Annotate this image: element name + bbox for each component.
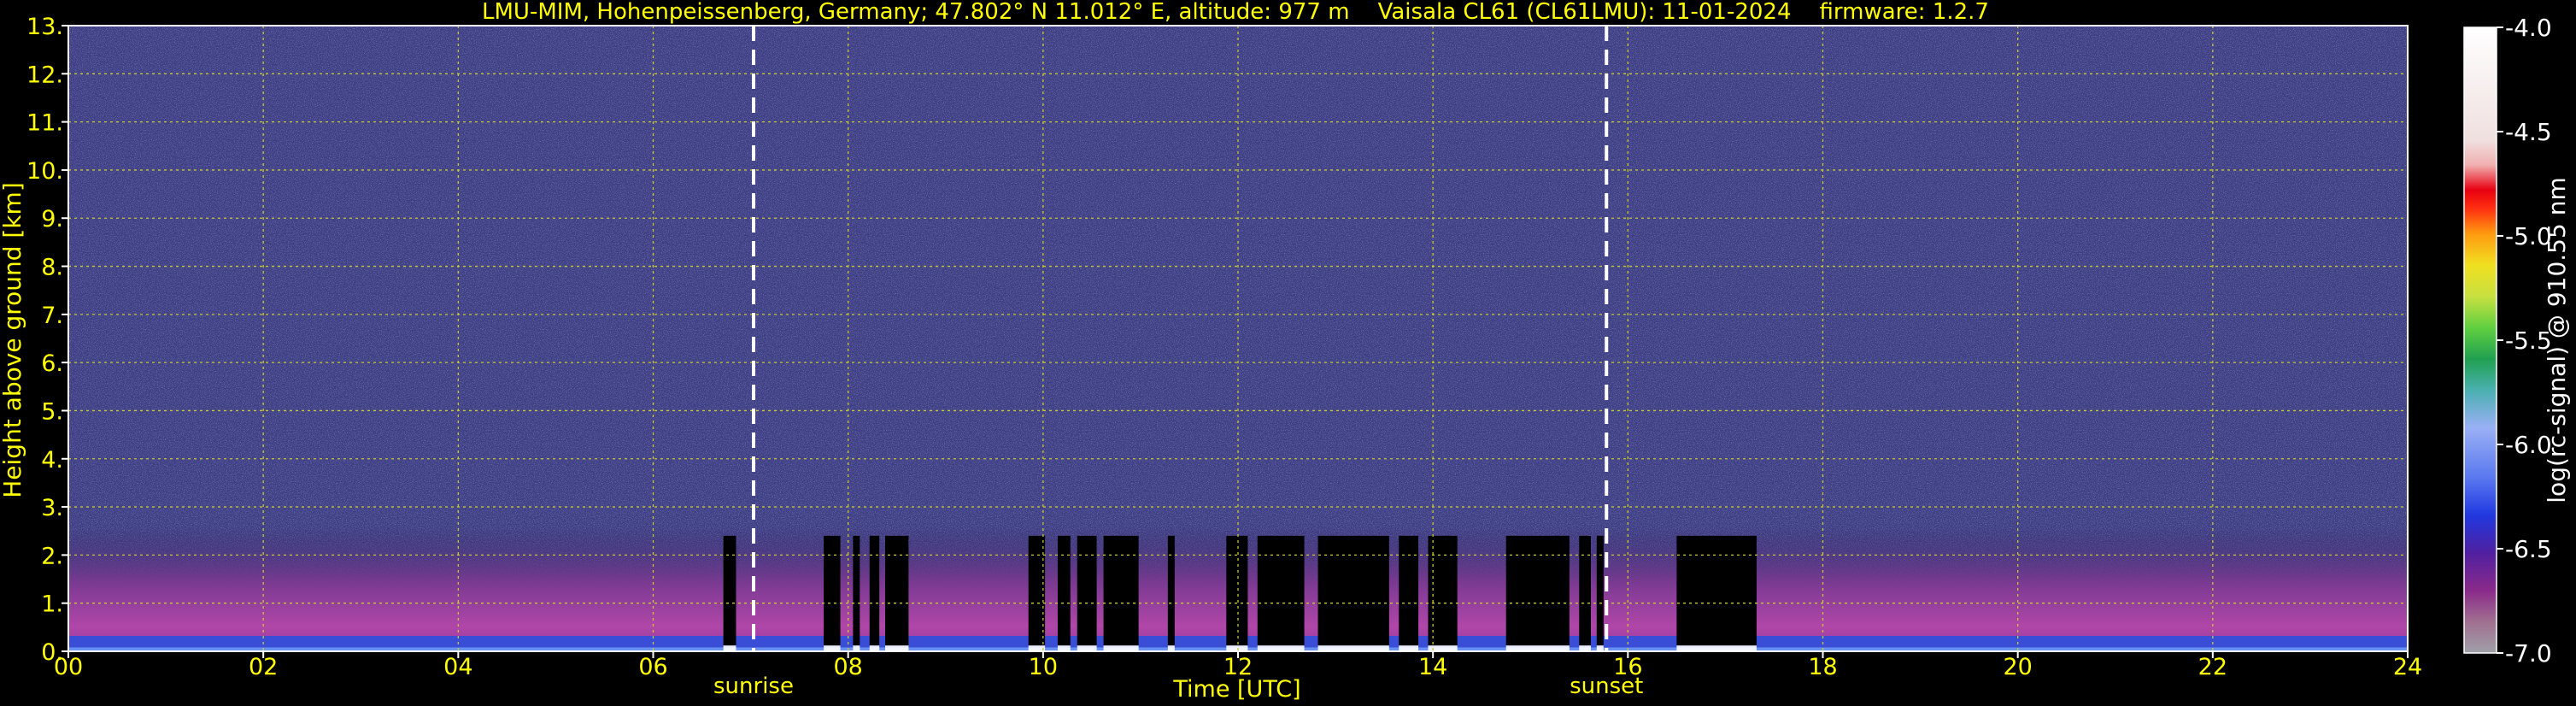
x-tick-label: 04 — [443, 654, 472, 680]
ceilometer-chart: sunrise sunset 00 02 04 06 08 10 12 14 16 18 20 22 24… — [0, 0, 2571, 703]
colorbar-tick-label: -7.0 — [2505, 639, 2552, 668]
cloud-base — [1103, 645, 1139, 651]
cloud-base — [885, 645, 909, 651]
x-tick-label: 08 — [833, 654, 862, 680]
y-tick-label: 11. — [26, 110, 63, 137]
y-tick-label: 1. — [41, 591, 63, 618]
y-tick-label: 9. — [41, 206, 63, 232]
cloud-shadow — [1057, 535, 1071, 646]
y-tick-label: 13. — [26, 14, 63, 40]
y-tick-label: 2. — [41, 543, 63, 569]
y-tick-label: 4. — [41, 447, 63, 474]
colorbar-gradient — [2464, 27, 2497, 653]
cloud-shadow — [1077, 535, 1097, 646]
cloud-base — [1167, 645, 1175, 651]
cloud-base — [1317, 645, 1389, 651]
cloud-shadow — [1579, 535, 1591, 646]
cloud-base — [853, 645, 860, 651]
cloud-shadow — [1596, 535, 1604, 646]
y-tick-label: 10. — [26, 158, 63, 185]
sunrise-label: sunrise — [713, 674, 794, 699]
cloud-base — [824, 645, 841, 651]
colorbar-label: log(rc-signal) @ 910.55 nm — [2543, 177, 2571, 503]
cloud-base — [1676, 645, 1757, 651]
colorbar-tick-label: -6.5 — [2505, 535, 2552, 563]
cloud-shadow — [1103, 535, 1139, 646]
x-tick-label: 16 — [1613, 654, 1642, 680]
cloud-shadow — [1399, 535, 1419, 646]
x-tick-label: 06 — [638, 654, 667, 680]
cloud-base — [723, 645, 736, 651]
cloud-shadow — [853, 535, 860, 646]
y-tick-label: 12. — [26, 62, 63, 88]
cloud-shadow — [1167, 535, 1175, 646]
x-tick-label: 22 — [2198, 654, 2227, 680]
cloud-shadow — [885, 535, 909, 646]
cloud-base — [1505, 645, 1570, 651]
cloud-shadow — [824, 535, 841, 646]
cloud-base — [1226, 645, 1248, 651]
cloud-base — [869, 645, 880, 651]
colorbar-tick-label: -4.0 — [2505, 14, 2552, 42]
cloud-base — [1257, 645, 1305, 651]
cloud-shadow — [869, 535, 880, 646]
x-tick-label: 14 — [1418, 654, 1447, 680]
y-tick-label: 0. — [41, 639, 63, 666]
y-tick-label: 7. — [41, 303, 63, 329]
x-tick-label: 18 — [1808, 654, 1837, 680]
colorbar: -4.0-4.5-5.0-5.5-6.0-6.5-7.0 — [2463, 14, 2552, 668]
x-tick-label: 10 — [1029, 654, 1058, 680]
x-tick-label: 20 — [2003, 654, 2032, 680]
cloud-base — [1596, 645, 1604, 651]
cloud-shadow — [1505, 535, 1570, 646]
x-tick-label: 02 — [249, 654, 278, 680]
cloud-shadow — [723, 535, 736, 646]
x-tick-label: 24 — [2393, 654, 2422, 680]
chart-title: LMU-MIM, Hohenpeissenberg, Germany; 47.8… — [482, 0, 1989, 25]
colorbar-tick-label: -4.5 — [2505, 118, 2552, 146]
cloud-shadow — [1257, 535, 1305, 646]
y-tick-label: 5. — [41, 398, 63, 425]
cloud-base — [1077, 645, 1097, 651]
cloud-shadow — [1317, 535, 1389, 646]
y-tick-label: 3. — [41, 495, 63, 521]
y-tick-label: 8. — [41, 255, 63, 281]
cloud-shadow — [1676, 535, 1757, 646]
y-axis-label: Height above ground [km] — [0, 182, 26, 498]
y-tick-label: 6. — [41, 350, 63, 377]
cloud-base — [1057, 645, 1071, 651]
cloud-base — [1579, 645, 1591, 651]
cloud-base — [1399, 645, 1419, 651]
x-axis-label: Time [UTC] — [1172, 676, 1300, 703]
cloud-shadow — [1226, 535, 1248, 646]
